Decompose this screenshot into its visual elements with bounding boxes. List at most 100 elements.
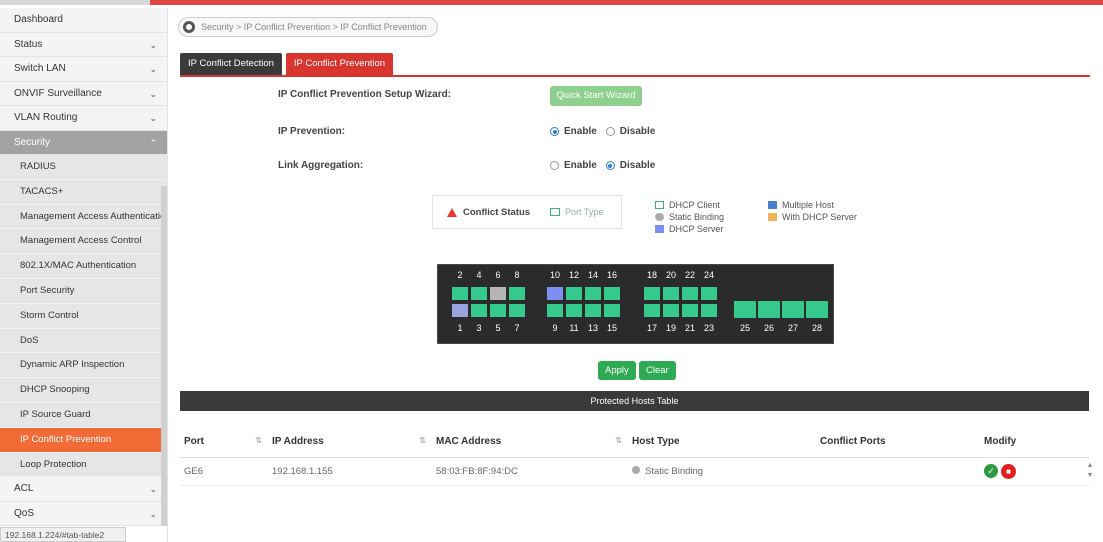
table-title: Protected Hosts Table: [180, 391, 1089, 411]
chevron-down-icon: ⌄: [149, 88, 157, 99]
port-23[interactable]: [701, 304, 717, 317]
sidebar-scrollbar[interactable]: [161, 186, 167, 526]
row-scroll-arrows[interactable]: ▲ ▼: [1084, 461, 1096, 485]
sidebar: Dashboard Status ⌄ Switch LAN ⌄ ONVIF Surv…: [0, 8, 168, 542]
with-dhcp-server-icon: [768, 213, 777, 221]
cell-mac: 58:03:FB:8F:94:DC: [432, 457, 628, 486]
port-12[interactable]: [566, 287, 582, 300]
legend-col-2: Multiple Host With DHCP Server: [768, 199, 857, 223]
col-header-host-type[interactable]: Host Type: [628, 426, 816, 458]
port-9[interactable]: [547, 304, 563, 317]
port-1[interactable]: [452, 304, 468, 317]
sidebar-subitem-mgmt-access-auth[interactable]: Management Access Authentication: [0, 204, 167, 230]
top-accent-bar-left: [0, 0, 150, 5]
sidebar-subitem-8021x[interactable]: 802.1X/MAC Authentication: [0, 254, 167, 279]
sidebar-subitem-storm-control[interactable]: Storm Control: [0, 303, 167, 329]
sort-icon[interactable]: ⇅: [615, 436, 622, 445]
sidebar-item-vlan-routing[interactable]: VLAN Routing ⌄: [0, 106, 167, 131]
port-number: 2: [457, 270, 463, 280]
sfp-port-28[interactable]: [806, 301, 828, 318]
sidebar-subitem-dos[interactable]: DoS: [0, 328, 167, 354]
quick-start-wizard-button[interactable]: Quick Start Wizard: [550, 86, 642, 106]
port-2[interactable]: [452, 287, 468, 300]
sidebar-subitem-port-security[interactable]: Port Security: [0, 278, 167, 304]
breadcrumb: Security > IP Conflict Prevention > IP C…: [178, 17, 438, 37]
sfp-port-26[interactable]: [758, 301, 780, 318]
legend-item: Multiple Host: [768, 199, 857, 211]
port-22[interactable]: [682, 287, 698, 300]
sidebar-subitem-ip-conflict-prevention[interactable]: IP Conflict Prevention: [0, 427, 167, 453]
port-13[interactable]: [585, 304, 601, 317]
sidebar-subitem-radius[interactable]: RADIUS: [0, 155, 167, 180]
delete-icon[interactable]: ■: [1001, 463, 1016, 479]
sidebar-item-label: Dashboard: [14, 14, 63, 25]
sidebar-subitem-mgmt-access-control[interactable]: Management Access Control: [0, 229, 167, 255]
status-bar-url: 192.168.1.224/#tab-table2: [0, 527, 126, 542]
ip-prevention-disable-radio[interactable]: [605, 127, 615, 136]
legend-item: DHCP Server: [655, 223, 724, 235]
port-19[interactable]: [663, 304, 679, 317]
legend-item: Static Binding: [655, 211, 724, 223]
edit-icon[interactable]: ✓: [984, 464, 998, 478]
cell-modify: ✓ ■: [980, 457, 1089, 486]
sort-icon[interactable]: ⇅: [255, 436, 262, 445]
port-21[interactable]: [682, 304, 698, 317]
sort-icon[interactable]: ⇅: [419, 436, 426, 445]
tab-ip-conflict-prevention[interactable]: IP Conflict Prevention: [285, 53, 394, 75]
cell-port: GE6: [180, 457, 268, 486]
port-6[interactable]: [490, 287, 506, 300]
link-agg-disable-radio[interactable]: [605, 161, 615, 170]
sidebar-subitem-tacacs[interactable]: TACACS+: [0, 179, 167, 205]
col-header-port[interactable]: Port ⇅: [180, 426, 268, 458]
sidebar-item-qos[interactable]: QoS ⌄: [0, 501, 167, 527]
port-number: 7: [514, 323, 520, 333]
conflict-status-option[interactable]: Conflict Status: [433, 207, 530, 218]
sidebar-item-dashboard[interactable]: Dashboard: [0, 8, 167, 33]
tab-bar: IP Conflict Detection IP Conflict Preven…: [180, 53, 397, 75]
port-number: 14: [587, 270, 598, 280]
multiple-host-icon: [768, 201, 777, 209]
table-header-row: Port ⇅ IP Address ⇅ MAC Address ⇅ Host Type…: [180, 426, 1089, 458]
sidebar-subitem-ip-source-guard[interactable]: IP Source Guard: [0, 402, 167, 428]
apply-button[interactable]: Apply: [598, 361, 636, 380]
sfp-port-25[interactable]: [734, 301, 756, 318]
sfp-port-27[interactable]: [782, 301, 804, 318]
port-7[interactable]: [509, 304, 525, 317]
port-8[interactable]: [509, 287, 525, 300]
sidebar-item-status[interactable]: Status ⌄: [0, 32, 167, 57]
col-header-conflict-ports[interactable]: Conflict Ports: [816, 426, 980, 458]
port-18[interactable]: [644, 287, 660, 300]
port-15[interactable]: [604, 304, 620, 317]
port-17[interactable]: [644, 304, 660, 317]
link-agg-enable-radio[interactable]: [550, 161, 559, 170]
sidebar-item-onvif[interactable]: ONVIF Surveillance ⌄: [0, 81, 167, 106]
port-14[interactable]: [585, 287, 601, 300]
legend-label: Multiple Host: [782, 200, 835, 210]
port-24[interactable]: [701, 287, 717, 300]
sidebar-item-security[interactable]: Security ⌃: [0, 130, 167, 155]
monitor-icon: [550, 208, 561, 216]
sidebar-subitem-arp-inspection[interactable]: Dynamic ARP Inspection: [0, 353, 167, 379]
sidebar-item-switch-lan[interactable]: Switch LAN ⌄: [0, 57, 167, 82]
port-number: 4: [476, 270, 482, 280]
switch-port-panel: 2 4 6 8 10 12 14 16 18 20 22 24 1 3 5 7 …: [437, 264, 834, 344]
sidebar-subitem-dhcp-snooping[interactable]: DHCP Snooping: [0, 378, 167, 403]
port-4[interactable]: [471, 287, 487, 300]
col-header-ip[interactable]: IP Address ⇅: [268, 426, 432, 458]
sidebar-item-acl[interactable]: ACL ⌄: [0, 477, 167, 502]
port-11[interactable]: [566, 304, 582, 317]
sidebar-subitem-loop-protection[interactable]: Loop Protection: [0, 452, 167, 478]
radio-label: Disable: [619, 160, 656, 171]
tab-ip-conflict-detection[interactable]: IP Conflict Detection: [180, 53, 282, 75]
port-16[interactable]: [604, 287, 620, 300]
port-10[interactable]: [547, 287, 563, 300]
clear-button[interactable]: Clear: [639, 361, 676, 380]
port-5[interactable]: [490, 304, 506, 317]
chevron-down-icon: ⌄: [149, 64, 157, 74]
ip-prevention-enable-radio[interactable]: [550, 127, 559, 136]
port-3[interactable]: [471, 304, 487, 317]
port-20[interactable]: [663, 287, 679, 300]
chevron-down-icon: ⌄: [149, 113, 157, 123]
port-type-option[interactable]: Port Type: [530, 207, 603, 217]
col-header-mac[interactable]: MAC Address ⇅: [432, 426, 628, 458]
